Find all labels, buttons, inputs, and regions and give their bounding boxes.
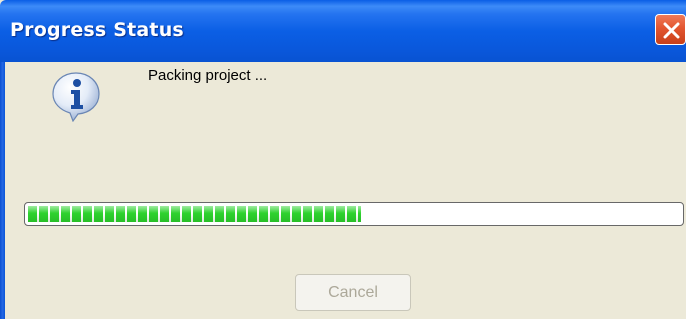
progress-fill (28, 206, 361, 222)
info-icon (52, 72, 100, 122)
progress-dialog: Progress Status Packing project ... Canc… (0, 0, 686, 319)
close-icon (663, 22, 680, 39)
title-bar[interactable]: Progress Status (0, 0, 686, 62)
status-message: Packing project ... (148, 67, 268, 84)
dialog-title: Progress Status (10, 19, 184, 41)
cancel-button[interactable]: Cancel (295, 274, 411, 311)
window-frame-left (0, 62, 5, 319)
progress-bar (24, 202, 684, 226)
close-button[interactable] (655, 14, 686, 45)
